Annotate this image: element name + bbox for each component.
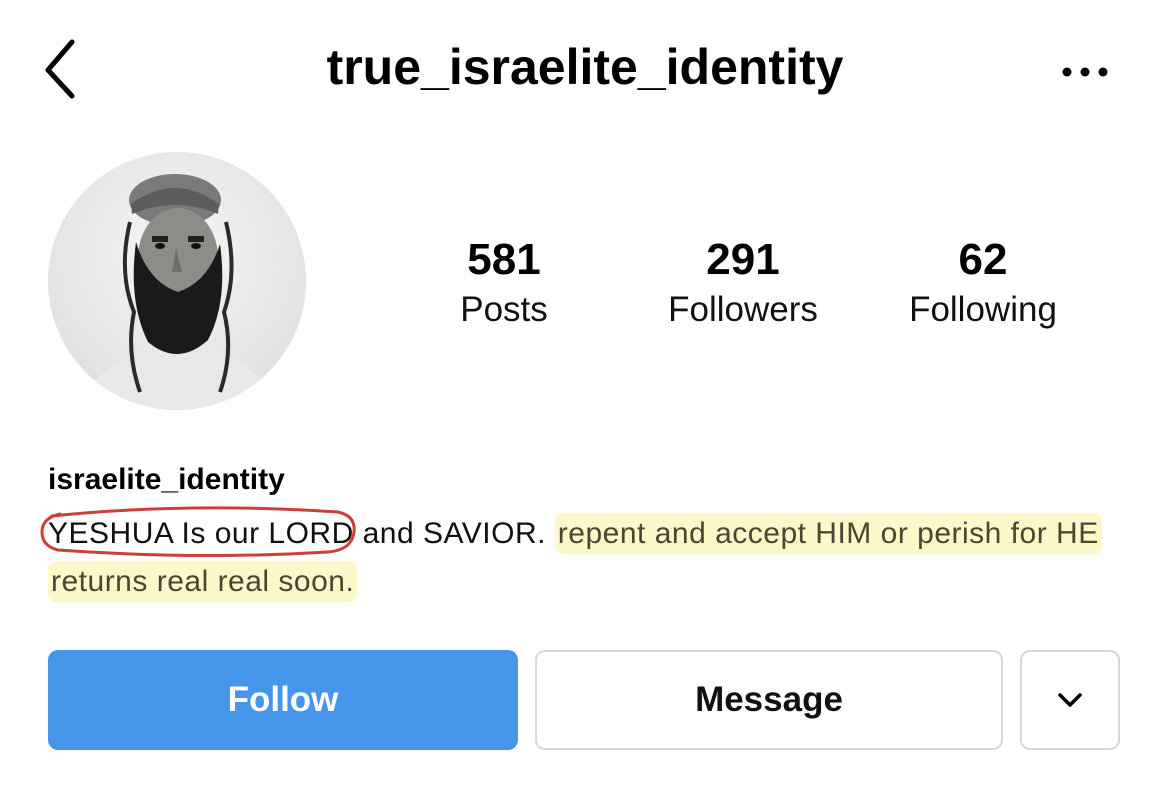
avatar[interactable] bbox=[48, 152, 306, 410]
circled-annotation: YESHUA Is our LORD bbox=[40, 506, 356, 558]
back-button[interactable] bbox=[30, 30, 90, 106]
followers-count: 291 bbox=[706, 235, 780, 284]
followers-label: Followers bbox=[668, 290, 818, 329]
top-bar: true_israelite_identity bbox=[0, 0, 1168, 140]
follow-button[interactable]: Follow bbox=[48, 650, 518, 750]
bio: YESHUA Is our LORD and SAVIOR. repent an… bbox=[40, 506, 1138, 606]
following-count: 62 bbox=[958, 235, 1008, 284]
page-title: true_israelite_identity bbox=[326, 39, 844, 95]
more-options-button[interactable] bbox=[1050, 48, 1120, 96]
stat-followers[interactable]: 291 Followers bbox=[623, 232, 863, 332]
stat-following[interactable]: 62 Following bbox=[863, 232, 1103, 332]
chevron-down-icon bbox=[1058, 693, 1082, 707]
bio-circled-text: YESHUA Is our LORD bbox=[48, 517, 354, 550]
message-button[interactable]: Message bbox=[535, 650, 1003, 750]
posts-label: Posts bbox=[460, 290, 548, 329]
ellipsis-icon bbox=[1062, 67, 1108, 77]
stat-posts[interactable]: 581 Posts bbox=[384, 232, 624, 332]
bio-plain-text: and SAVIOR. bbox=[353, 517, 555, 550]
display-name: israelite_identity bbox=[48, 463, 285, 496]
profile-photo bbox=[48, 152, 306, 410]
following-label: Following bbox=[909, 290, 1057, 329]
suggestions-dropdown-button[interactable] bbox=[1020, 650, 1120, 750]
posts-count: 581 bbox=[467, 235, 541, 284]
chevron-left-icon bbox=[45, 39, 75, 99]
